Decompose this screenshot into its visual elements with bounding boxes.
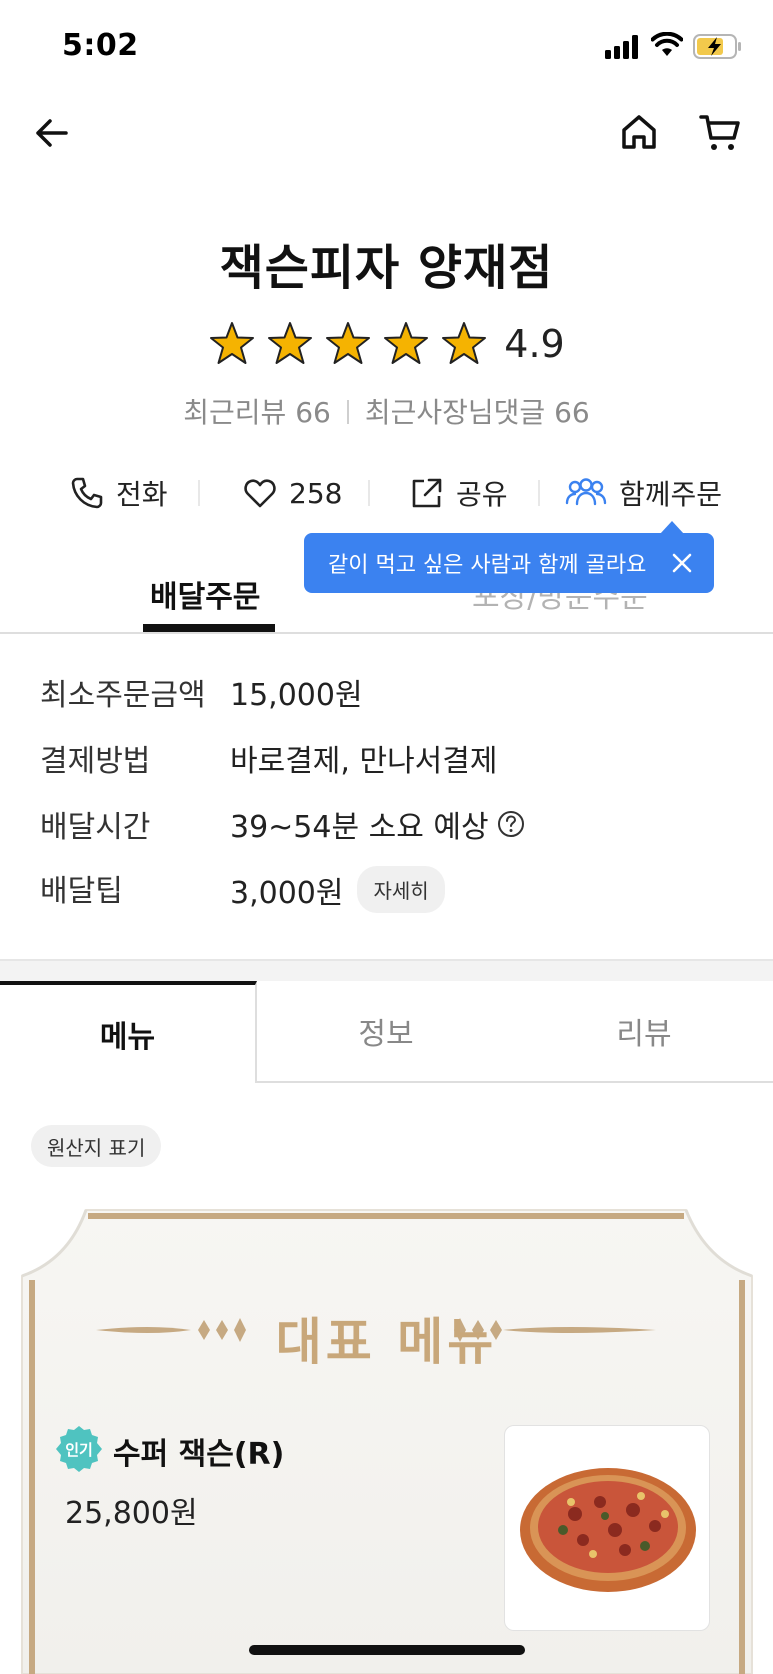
- tab-delivery-order[interactable]: 배달주문: [150, 572, 260, 616]
- heart-icon: [244, 479, 276, 508]
- payment-label: 결제방법: [40, 744, 151, 779]
- delivery-time-label: 배달시간: [40, 810, 151, 845]
- popular-badge: 인기: [56, 1426, 102, 1472]
- group-order-label: 함께주문: [619, 478, 723, 511]
- star-icon: [268, 322, 313, 364]
- status-time: 5:02: [62, 28, 139, 63]
- tip-detail-button[interactable]: 자세히: [357, 866, 445, 913]
- section-divider: [0, 959, 773, 981]
- svg-text:인기: 인기: [65, 1441, 93, 1459]
- action-divider: [538, 480, 540, 506]
- menu-item-image[interactable]: [504, 1425, 710, 1631]
- group-order-button[interactable]: 함께주문: [565, 470, 722, 516]
- recent-reviews-link[interactable]: 최근리뷰 66: [183, 396, 331, 429]
- close-icon[interactable]: [670, 551, 694, 575]
- info-row-delivery-tip: 배달팁 3,000원 자세히: [40, 866, 740, 913]
- star-icon: [442, 322, 487, 364]
- info-row-payment: 결제방법 바로결제, 만나서결제: [40, 736, 740, 779]
- home-indicator: [249, 1645, 525, 1655]
- cart-icon[interactable]: [698, 110, 742, 154]
- tab-menu[interactable]: 메뉴: [0, 981, 257, 1083]
- tab-review[interactable]: 리뷰: [515, 981, 773, 1081]
- like-button[interactable]: 258: [243, 470, 342, 516]
- star-icon: [210, 322, 255, 364]
- tab-info[interactable]: 정보: [257, 981, 515, 1081]
- call-label: 전화: [116, 478, 168, 511]
- delivery-time-value: 39~54분 소요 예상: [230, 802, 525, 846]
- signal-icon: [605, 35, 641, 59]
- rating-value: 4.9: [504, 322, 565, 366]
- store-title: 잭슨피자 양재점: [219, 240, 554, 296]
- star-icon: [384, 322, 429, 364]
- min-order-value: 15,000원: [230, 678, 363, 713]
- like-count: 258: [289, 476, 343, 510]
- nav-bar: [0, 95, 773, 180]
- divider: [346, 400, 349, 424]
- group-order-tooltip: 같이 먹고 싶은 사람과 함께 골라요: [304, 533, 714, 593]
- share-icon: [412, 478, 442, 508]
- wifi-icon: [651, 32, 683, 56]
- battery-charging-icon: [693, 34, 741, 59]
- menu-item-name: 수퍼 잭슨(R): [113, 1437, 285, 1472]
- call-button[interactable]: 전화: [70, 470, 168, 516]
- active-tab-indicator: [143, 624, 275, 632]
- action-divider: [198, 480, 200, 506]
- star-icon: [326, 322, 371, 364]
- share-label: 공유: [456, 478, 508, 511]
- min-order-label: 최소주문금액: [40, 678, 206, 713]
- info-row-delivery-time: 배달시간 39~54분 소요 예상: [40, 802, 740, 845]
- owner-comments-link[interactable]: 최근사장님댓글 66: [365, 396, 590, 429]
- rating-row: 4.9: [0, 318, 773, 370]
- phone-icon: [71, 477, 103, 509]
- review-summary: 최근리뷰 66 최근사장님댓글 66: [0, 391, 773, 431]
- menu-item-price: 25,800원: [65, 1496, 198, 1531]
- menu-item[interactable]: 인기 수퍼 잭슨(R) 25,800원: [55, 1425, 715, 1635]
- pizza-image: [520, 1468, 696, 1592]
- help-icon[interactable]: [497, 810, 525, 838]
- group-users-icon: [565, 478, 607, 506]
- tooltip-text: 같이 먹고 싶은 사람과 함께 골라요: [328, 553, 647, 578]
- delivery-tip-label: 배달팁: [40, 874, 123, 909]
- delivery-tip-value: 3,000원 자세히: [230, 866, 445, 913]
- payment-value: 바로결제, 만나서결제: [230, 744, 498, 779]
- action-row: 전화 258 공유 함께주문: [0, 470, 773, 516]
- featured-menu-title: 대표 메뉴: [275, 1313, 498, 1371]
- origin-label-button[interactable]: 원산지 표기: [31, 1125, 162, 1167]
- info-row-min-order: 최소주문금액 15,000원: [40, 670, 740, 713]
- back-arrow-icon[interactable]: [32, 113, 72, 153]
- status-bar: 5:02: [0, 0, 773, 95]
- content-tabs: 메뉴 정보 리뷰: [0, 981, 773, 1083]
- share-button[interactable]: 공유: [410, 470, 508, 516]
- home-icon[interactable]: [619, 112, 659, 152]
- action-divider: [368, 480, 370, 506]
